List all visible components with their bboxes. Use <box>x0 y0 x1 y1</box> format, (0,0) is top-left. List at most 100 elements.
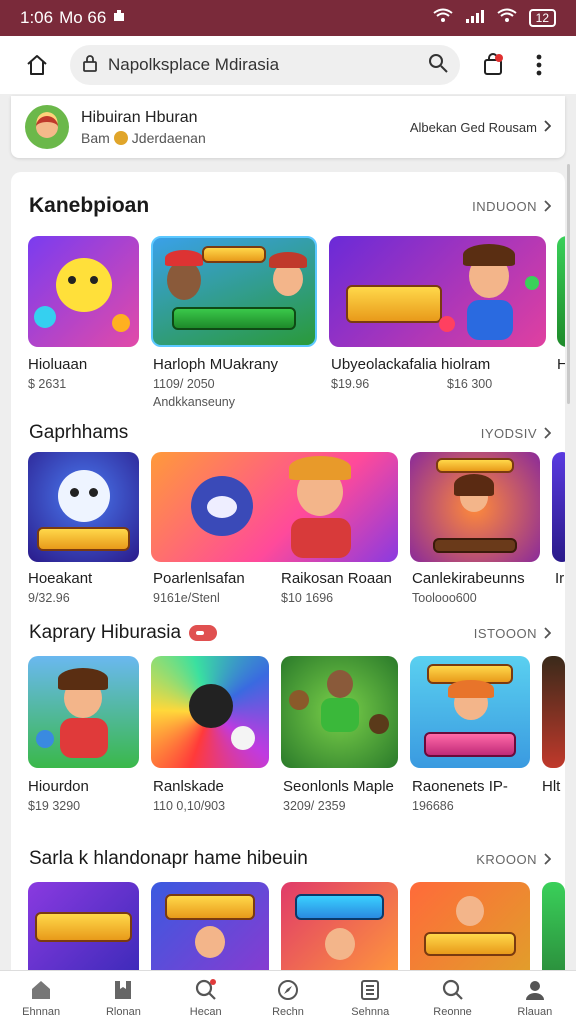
section-more-label: KROOON <box>476 851 537 867</box>
nav-label: Reonne <box>433 1005 472 1018</box>
app-tile[interactable] <box>28 656 139 768</box>
address-bar[interactable] <box>70 45 460 85</box>
app-tile[interactable] <box>28 452 139 562</box>
nav-label: Hecan <box>189 1005 222 1018</box>
scrollbar[interactable] <box>567 164 570 404</box>
home-icon[interactable] <box>14 42 60 88</box>
app-tile[interactable] <box>28 882 139 972</box>
nav-label: Rlauan <box>517 1005 553 1018</box>
compass-icon <box>277 979 298 1000</box>
app-name: Raikosan Roaan <box>281 570 392 587</box>
coin-icon <box>113 130 128 145</box>
nav-item-library[interactable]: Rlonan <box>82 971 164 1024</box>
app-tile[interactable] <box>281 656 398 768</box>
nav-label: Rlonan <box>105 1005 141 1018</box>
nav-item-list[interactable]: Sehnna <box>329 971 411 1024</box>
app-tile[interactable] <box>28 236 139 347</box>
bag-icon[interactable] <box>470 42 516 88</box>
section-more-link[interactable]: INDUOON <box>472 199 551 214</box>
list-icon <box>361 979 380 1000</box>
nav-item-discover[interactable]: Reonne <box>411 971 493 1024</box>
app-name: Hoeakant <box>28 570 93 587</box>
section-title: Kanebpioan <box>29 194 150 217</box>
app-tile[interactable] <box>542 882 565 972</box>
section-more-link[interactable]: ISTOOON <box>474 626 551 641</box>
app-meta-secondary: $16 300 <box>447 377 493 391</box>
profile-status: Jderdaenan <box>131 129 206 146</box>
app-name: Poarlenlsafan <box>153 570 245 587</box>
magnifier-icon <box>442 979 463 1000</box>
live-badge <box>189 625 218 641</box>
app-tile[interactable] <box>151 452 398 562</box>
avatar <box>25 105 69 149</box>
app-name: Hlt <box>542 778 561 795</box>
app-tile[interactable] <box>281 882 398 972</box>
bookmark-icon <box>115 980 132 999</box>
chevron-right-icon <box>544 853 551 865</box>
section-more-label: ISTOOON <box>473 625 537 641</box>
app-name: Hiourdon <box>28 778 89 795</box>
profile-link[interactable]: Albekan Ged Rousam <box>409 119 552 135</box>
profile-card[interactable]: Hibuiran Hburan Bam Jderdaenan Albekan G… <box>11 96 565 158</box>
app-tile[interactable] <box>410 882 530 972</box>
status-bar: 1:06 Mo 66 12 <box>0 0 576 36</box>
app-tile[interactable] <box>557 236 565 347</box>
nav-item-account[interactable]: Rlauan <box>494 971 576 1024</box>
nav-item-games[interactable]: Rechn <box>247 971 329 1024</box>
app-meta: 9/32.96 <box>28 591 70 605</box>
app-meta: $19 3290 <box>28 799 81 813</box>
app-meta: $19.96 <box>331 377 370 391</box>
app-tile[interactable] <box>552 452 565 562</box>
top-bar <box>0 36 576 94</box>
app-name: Harloph MUakrany <box>153 356 279 373</box>
battery-indicator: 12 <box>528 9 556 27</box>
section-more-link[interactable]: KROOON <box>476 852 551 867</box>
section-header: Kanebpioan INDUOON <box>29 194 551 218</box>
app-meta: $ 2631 <box>28 377 67 391</box>
app-name: Ubyeolackafalia hiolram <box>331 356 491 373</box>
nav-label: Sehnna <box>351 1005 390 1018</box>
chevron-right-icon <box>544 200 551 212</box>
app-tile[interactable] <box>151 882 269 972</box>
section-more-label: INDUOON <box>472 198 537 214</box>
app-tile[interactable] <box>410 452 540 562</box>
status-time: 1:06 <box>20 8 54 27</box>
app-name: H <box>557 356 565 373</box>
app-meta: 9161e/Stenl <box>153 591 220 605</box>
app-meta: 1109/ 2050 <box>153 377 215 391</box>
nav-label: Ehnnan <box>22 1005 61 1018</box>
search-icon <box>195 978 216 1000</box>
app-tile[interactable] <box>151 656 269 768</box>
signal-icon <box>465 9 485 27</box>
wifi-icon <box>433 8 453 28</box>
search-input[interactable] <box>108 55 418 75</box>
more-options-icon[interactable] <box>516 42 562 88</box>
app-tile[interactable] <box>329 236 546 347</box>
app-tile[interactable] <box>542 656 565 768</box>
status-carrier: Mo 66 <box>59 8 107 27</box>
app-tile[interactable] <box>410 656 530 768</box>
section-title: Sarla k hlandonapr hame hibeuin <box>29 848 308 869</box>
section-title: Gaprhhams <box>29 422 129 443</box>
app-name: Ranlskade <box>153 778 224 795</box>
section-more-link[interactable]: IYODSIV <box>481 426 551 441</box>
app-name: Ir <box>555 570 565 587</box>
app-name: Hioluaan <box>28 356 88 373</box>
profile-link-label: Albekan Ged Rousam <box>409 119 537 135</box>
nav-label: Rechn <box>272 1005 304 1018</box>
lock-icon <box>82 54 98 77</box>
app-name: Seonlonls Maple <box>283 778 394 795</box>
app-tile[interactable] <box>151 236 317 347</box>
section-title-label: Kaprary Hiburasia <box>29 622 182 643</box>
app-meta: 3209/ 2359 <box>283 799 346 813</box>
chevron-right-icon <box>544 627 551 639</box>
app-meta: Toolooo600 <box>412 591 477 605</box>
notification-icon <box>112 8 126 28</box>
chevron-right-icon <box>544 427 551 439</box>
nav-item-search[interactable]: Hecan <box>165 971 247 1024</box>
person-icon <box>525 980 544 1000</box>
nav-item-home[interactable]: Ehnnan <box>0 971 82 1024</box>
profile-name: Hibuiran Hburan <box>81 108 198 126</box>
search-icon[interactable] <box>428 53 448 78</box>
section-more-label: IYODSIV <box>480 425 537 441</box>
